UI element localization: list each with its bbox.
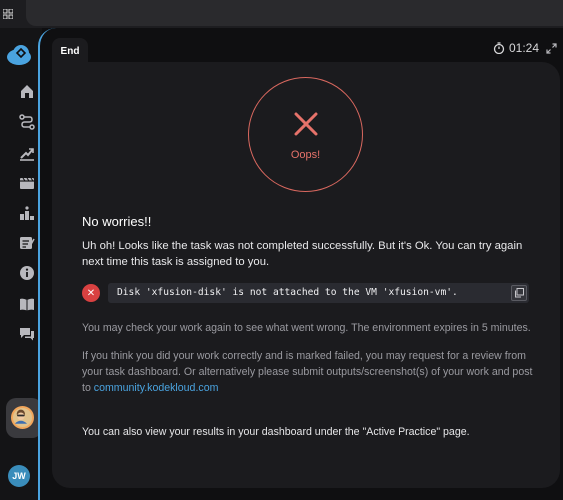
result-title: No worries!! — [82, 214, 152, 229]
review-paragraph: If you think you did your work correctly… — [82, 348, 542, 396]
check-again-text: You may check your work again to see wha… — [82, 322, 531, 334]
film-icon[interactable] — [18, 174, 36, 192]
copy-button[interactable] — [511, 285, 527, 301]
error-icon: ✕ — [82, 284, 100, 302]
browser-tab-bar — [26, 0, 563, 26]
home-icon[interactable] — [18, 82, 36, 100]
error-row: ✕ Disk 'xfusion-disk' is not attached to… — [82, 283, 532, 303]
top-strip — [0, 0, 563, 28]
notes-icon[interactable] — [18, 234, 36, 252]
tab-end[interactable]: End — [52, 38, 88, 64]
chat-icon[interactable] — [18, 325, 36, 343]
close-icon — [294, 112, 318, 136]
user-initials-avatar[interactable]: JW — [8, 465, 30, 487]
community-link[interactable]: community.kodekloud.com — [94, 382, 219, 394]
copy-icon — [515, 288, 524, 298]
avatar-card[interactable] — [6, 398, 42, 438]
timer-value: 01:24 — [509, 41, 540, 55]
error-message: Disk 'xfusion-disk' is not attached to t… — [117, 287, 458, 298]
error-box: Disk 'xfusion-disk' is not attached to t… — [108, 283, 529, 303]
info-icon[interactable] — [18, 264, 36, 282]
grid-icon[interactable] — [3, 9, 13, 19]
dashboard-text: You can also view your results in your d… — [82, 426, 470, 438]
status-text: Oops! — [290, 149, 321, 161]
book-icon[interactable] — [18, 295, 36, 313]
stopwatch-icon — [493, 42, 505, 54]
result-message: Uh oh! Looks like the task was not compl… — [82, 240, 523, 268]
avatar[interactable] — [11, 406, 34, 429]
chart-up-icon[interactable] — [18, 144, 36, 162]
podium-icon[interactable] — [18, 204, 36, 222]
route-icon[interactable] — [18, 113, 36, 131]
expand-icon[interactable] — [546, 43, 557, 54]
kodekloud-logo[interactable] — [6, 44, 32, 66]
timer: 01:24 — [493, 41, 539, 55]
